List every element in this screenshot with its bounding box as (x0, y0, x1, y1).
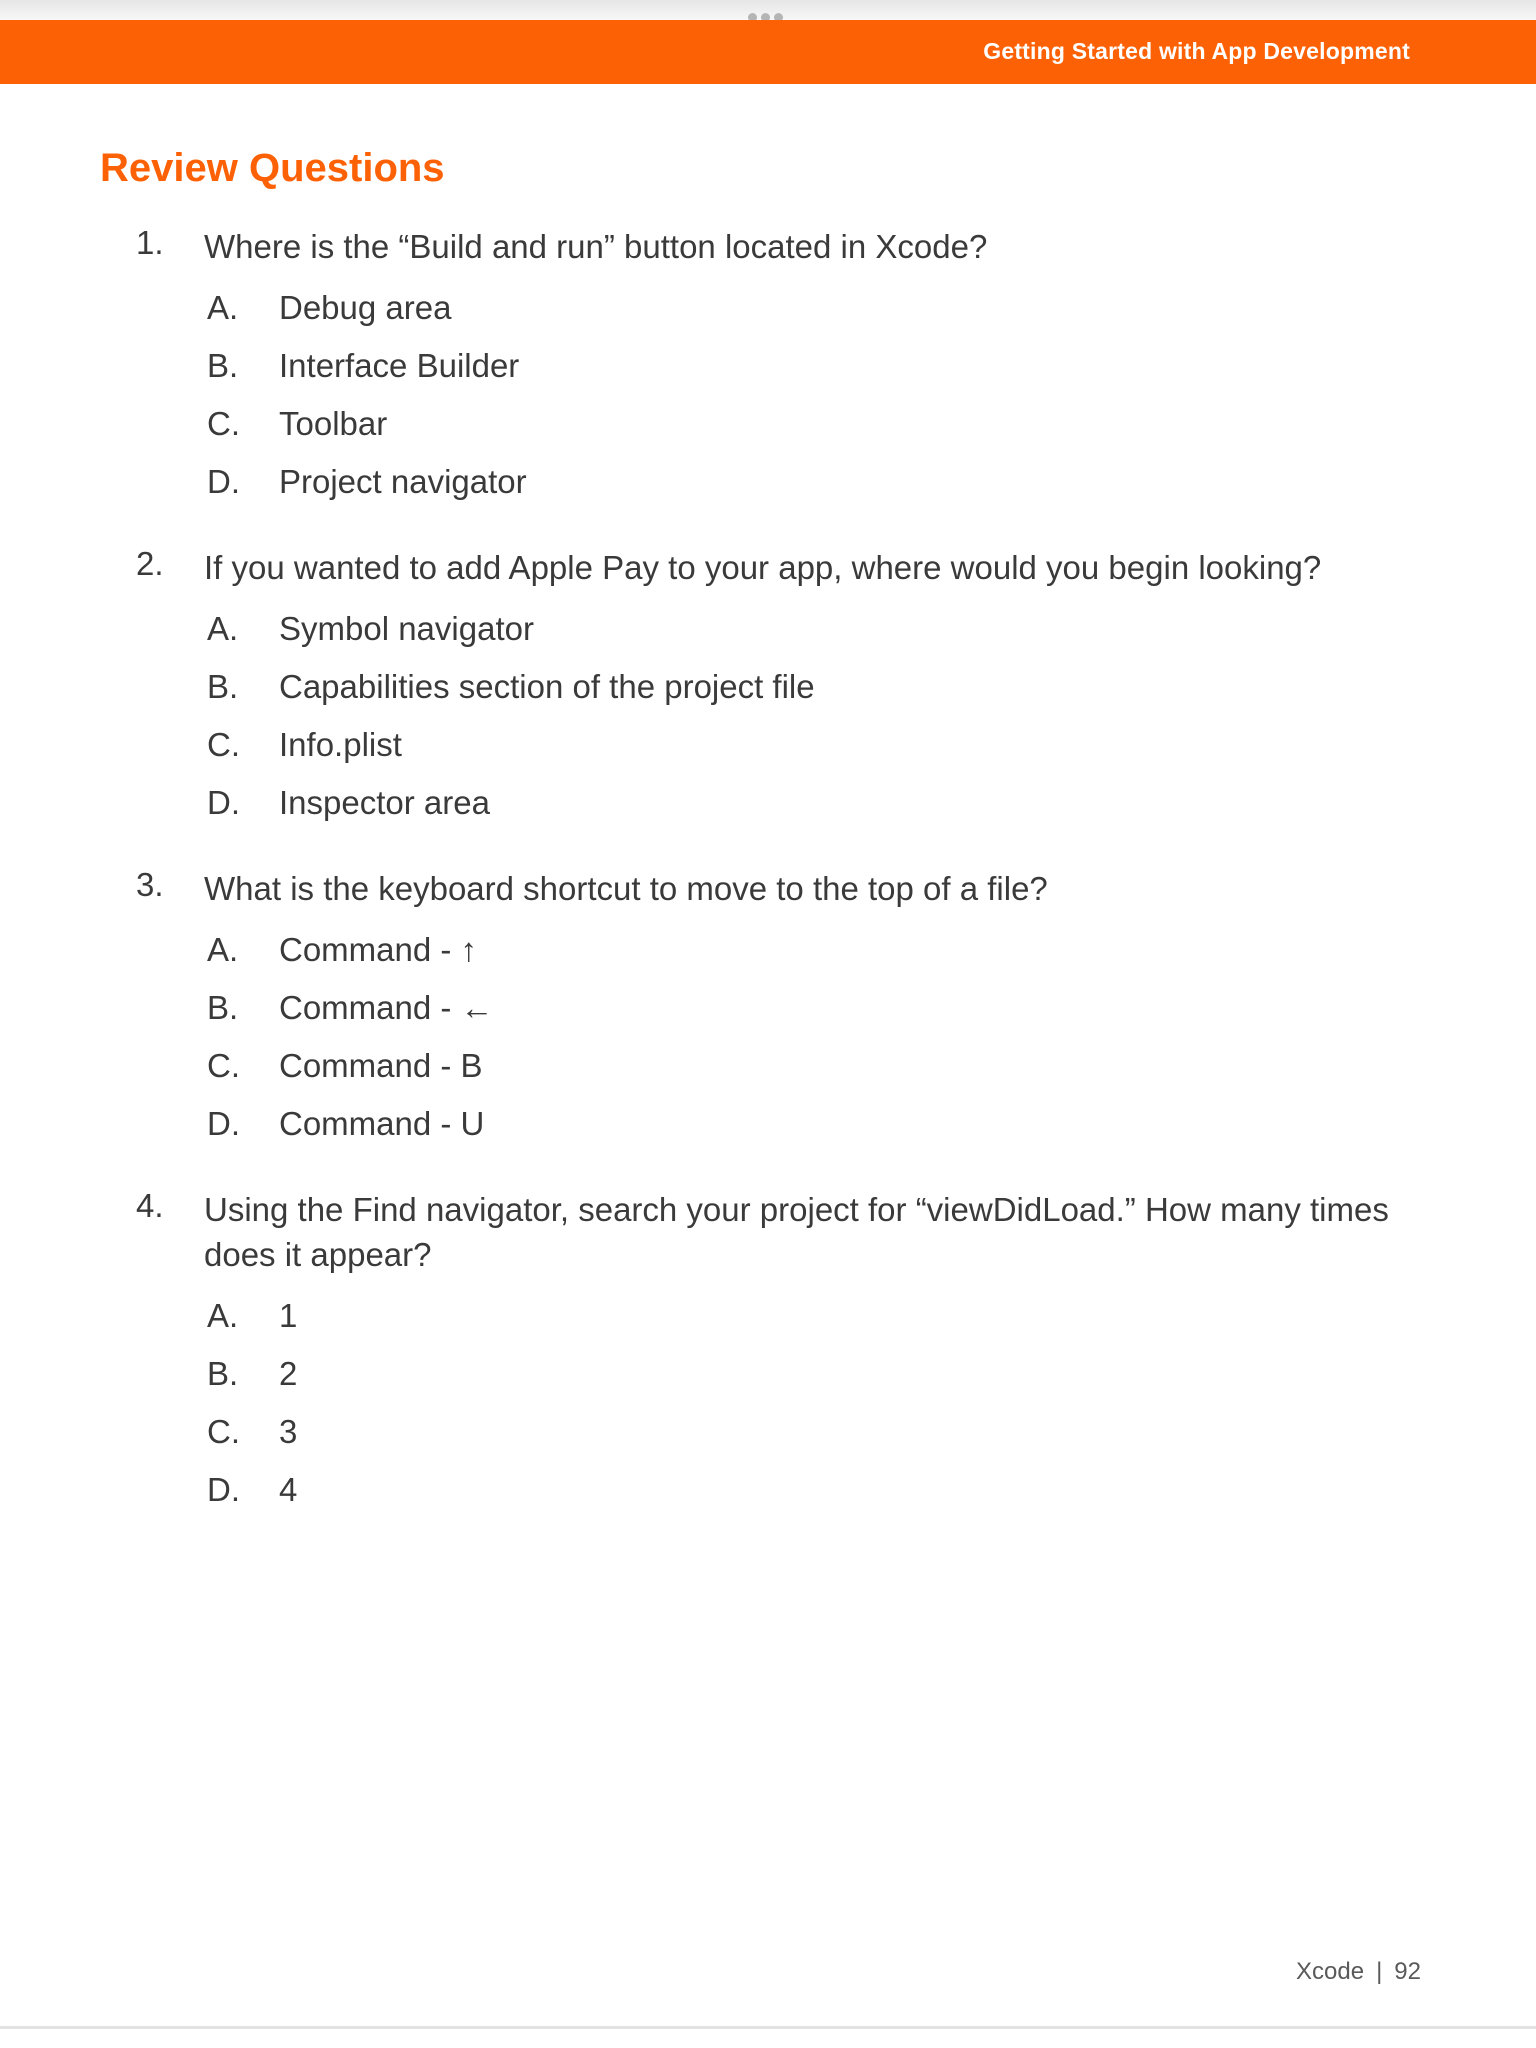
page-bottom-edge (0, 2026, 1536, 2029)
question-item: 1. Where is the “Build and run” button lo… (0, 224, 1536, 521)
question-item: 4. Using the Find navigator, search your … (0, 1187, 1536, 1529)
answer-option: B. Interface Builder (0, 347, 1536, 405)
option-text: Command - U (279, 1105, 485, 1142)
question-item: 2. If you wanted to add Apple Pay to your… (0, 545, 1536, 842)
option-text: 2 (279, 1355, 298, 1392)
option-letter: C. (207, 1047, 240, 1084)
answer-option: D. Inspector area (0, 784, 1536, 842)
answer-options: A. Debug area B. Interface Builder C. Toolbar… (0, 289, 1536, 521)
option-text: Inspector area (279, 784, 490, 821)
question-number: 1. (136, 224, 164, 261)
question-number: 2. (136, 545, 164, 582)
option-text: Capabilities section of the project file (279, 668, 815, 705)
option-letter: B. (207, 989, 239, 1026)
answer-option: D. Command - U (0, 1105, 1536, 1163)
option-text: Interface Builder (279, 347, 520, 384)
option-text: Toolbar (279, 405, 388, 442)
option-text: Info.plist (279, 726, 402, 763)
footer-page-number: 92 (1394, 1958, 1421, 1985)
option-letter: A. (207, 931, 239, 968)
option-text: Debug area (279, 289, 452, 326)
option-text: 3 (279, 1413, 298, 1450)
option-letter: D. (207, 463, 240, 500)
option-letter: D. (207, 1105, 240, 1142)
footer-chapter: Xcode (1296, 1958, 1365, 1985)
option-text: Symbol navigator (279, 610, 534, 647)
answer-options: A. 1 B. 2 C. 3 D. 4 (0, 1297, 1536, 1529)
question-text: What is the keyboard shortcut to move to… (204, 870, 1048, 907)
page-title: Review Questions (100, 146, 445, 190)
review-questions-list: 1. Where is the “Build and run” button lo… (0, 224, 1536, 1553)
question-text: If you wanted to add Apple Pay to your a… (204, 549, 1322, 586)
option-letter: A. (207, 289, 239, 326)
answer-option: B. 2 (0, 1355, 1536, 1413)
option-letter: B. (207, 347, 239, 384)
answer-option: B. Command - ← (0, 989, 1536, 1047)
option-letter: D. (207, 1471, 240, 1508)
chapter-header-title: Getting Started with App Development (983, 38, 1410, 64)
option-letter: D. (207, 784, 240, 821)
footer-separator: | (1376, 1958, 1383, 1985)
option-letter: B. (207, 1355, 239, 1392)
answer-option: A. Symbol navigator (0, 610, 1536, 668)
question-number: 3. (136, 866, 164, 903)
answer-options: A. Command - ↑ B. Command - ← C. Command - B D… (0, 931, 1536, 1163)
answer-option: C. 3 (0, 1413, 1536, 1471)
answer-option: B. Capabilities section of the project fi… (0, 668, 1536, 726)
answer-option: A. Command - ↑ (0, 931, 1536, 989)
question-text: Using the Find navigator, search your pr… (204, 1191, 1389, 1273)
option-text: 1 (279, 1297, 298, 1334)
option-text: Command - ← (279, 989, 494, 1026)
option-letter: A. (207, 1297, 239, 1334)
answer-option: D. Project navigator (0, 463, 1536, 521)
option-letter: A. (207, 610, 239, 647)
option-text: Command - B (279, 1047, 483, 1084)
answer-option: C. Toolbar (0, 405, 1536, 463)
option-text: Command - ↑ (279, 931, 478, 968)
option-letter: B. (207, 668, 239, 705)
option-text: Project navigator (279, 463, 527, 500)
option-letter: C. (207, 405, 240, 442)
answer-options: A. Symbol navigator B. Capabilities section… (0, 610, 1536, 842)
answer-option: D. 4 (0, 1471, 1536, 1529)
page-footer: Xcode | 92 (1296, 1958, 1421, 1986)
option-letter: C. (207, 726, 240, 763)
question-item: 3. What is the keyboard shortcut to move … (0, 866, 1536, 1163)
answer-option: C. Command - B (0, 1047, 1536, 1105)
question-number: 4. (136, 1187, 164, 1224)
answer-option: A. Debug area (0, 289, 1536, 347)
question-text: Where is the “Build and run” button loca… (204, 228, 988, 265)
option-text: 4 (279, 1471, 298, 1508)
option-letter: C. (207, 1413, 240, 1450)
answer-option: C. Info.plist (0, 726, 1536, 784)
answer-option: A. 1 (0, 1297, 1536, 1355)
